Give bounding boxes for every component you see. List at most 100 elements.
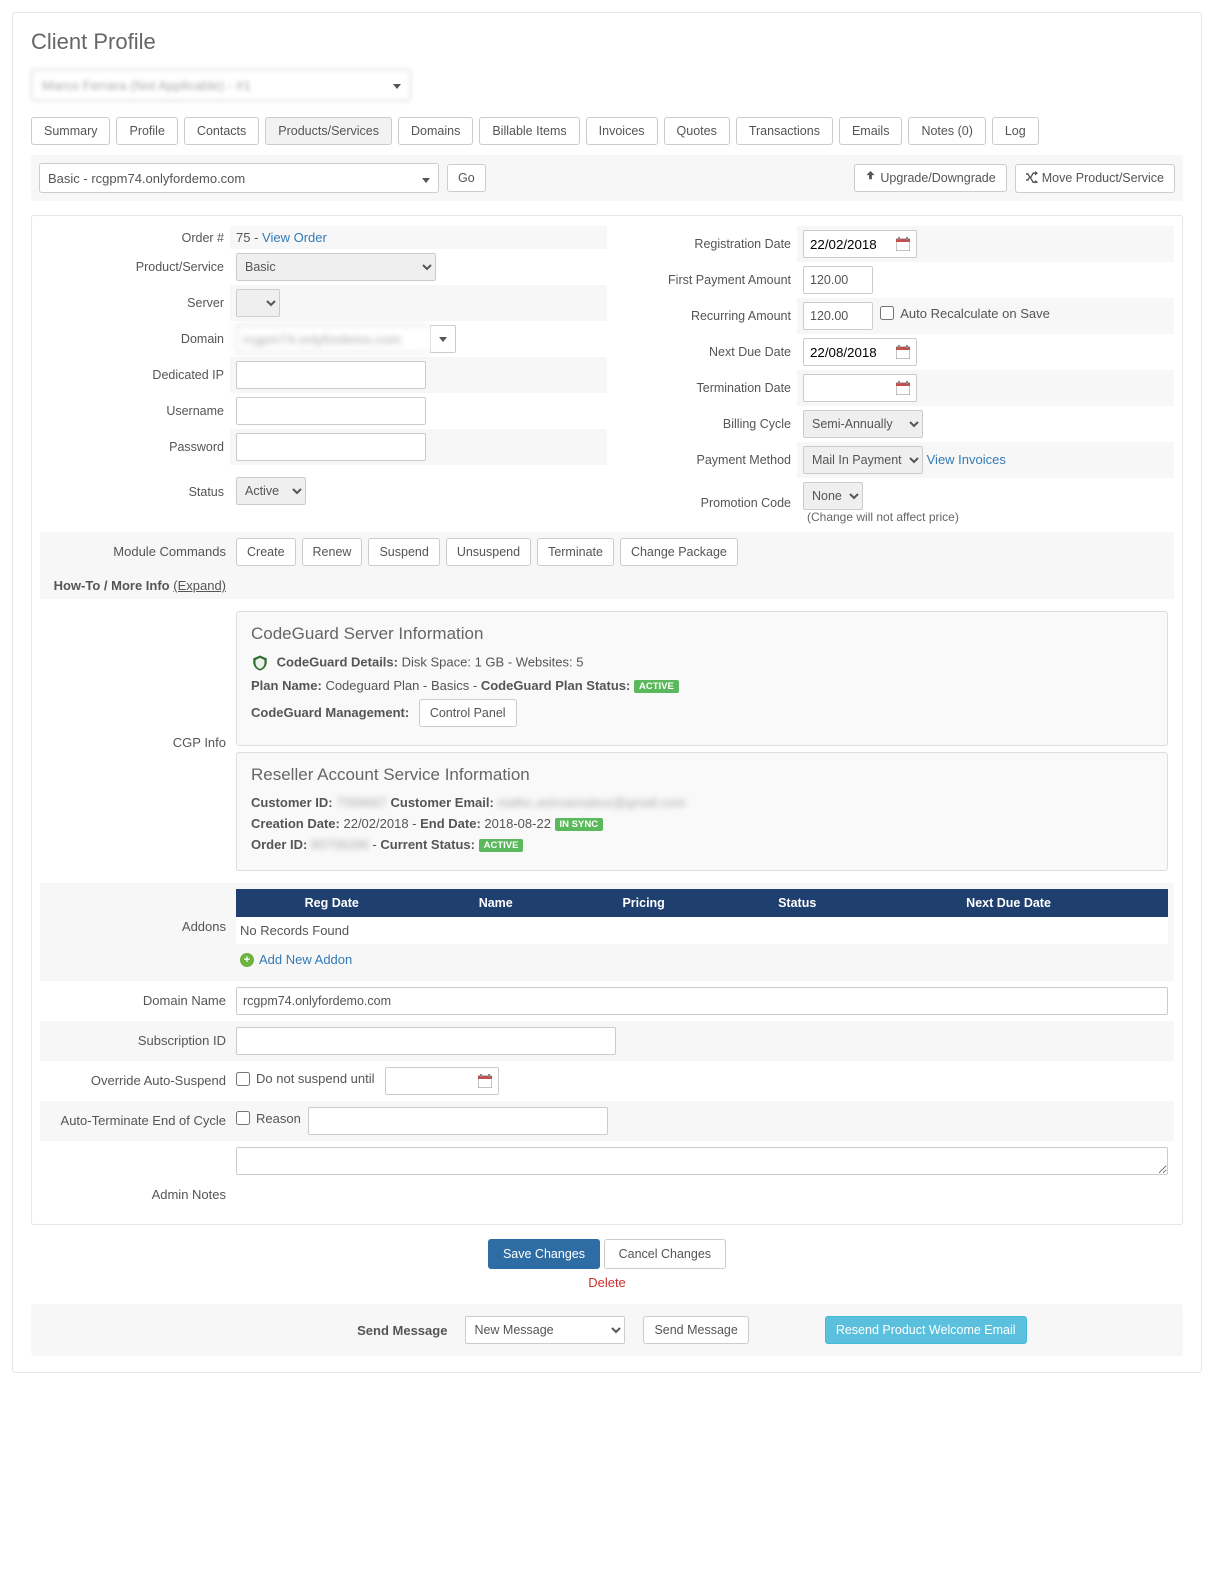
payment-method-select[interactable]: Mail In Payment	[803, 446, 923, 474]
reseller-order-id: 80706296	[311, 837, 369, 852]
form-actions: Save Changes Cancel Changes Delete	[31, 1239, 1183, 1290]
tab-log[interactable]: Log	[992, 117, 1039, 145]
calendar-icon[interactable]	[478, 1074, 492, 1088]
password-input[interactable]	[236, 433, 426, 461]
recurring-input[interactable]	[803, 302, 873, 330]
module-terminate-button[interactable]: Terminate	[537, 538, 614, 566]
move-product-button[interactable]: Move Product/Service	[1015, 164, 1175, 193]
shield-icon	[251, 654, 269, 672]
save-changes-button[interactable]: Save Changes	[488, 1239, 600, 1269]
domain-dropdown-toggle[interactable]	[430, 325, 456, 353]
reseller-heading: Reseller Account Service Information	[251, 765, 1153, 785]
view-invoices-link[interactable]: View Invoices	[927, 452, 1006, 467]
order-label: Order #	[40, 226, 230, 249]
page-title: Client Profile	[31, 29, 1183, 55]
domain-input[interactable]	[236, 325, 430, 353]
calendar-icon[interactable]	[896, 381, 910, 395]
module-change-package-button[interactable]: Change Package	[620, 538, 738, 566]
subscription-id-input[interactable]	[236, 1027, 616, 1055]
admin-notes-textarea[interactable]	[236, 1147, 1168, 1175]
order-number: 75	[236, 230, 250, 245]
control-panel-button[interactable]: Control Panel	[419, 699, 517, 727]
reseller-info-box: Reseller Account Service Information Cus…	[236, 752, 1168, 871]
product-select[interactable]: Basic - rcgpm74.onlyfordemo.com	[39, 163, 439, 193]
resend-welcome-email-button[interactable]: Resend Product Welcome Email	[825, 1316, 1027, 1344]
domain-label: Domain	[40, 321, 230, 357]
first-payment-label: First Payment Amount	[607, 262, 797, 298]
status-select[interactable]: Active	[236, 477, 306, 505]
auto-recalc-checkbox[interactable]: Auto Recalculate on Save	[880, 306, 1050, 321]
calendar-icon[interactable]	[896, 237, 910, 251]
expand-link[interactable]: (Expand)	[173, 578, 226, 593]
dedicated-ip-input[interactable]	[236, 361, 426, 389]
tab-contacts[interactable]: Contacts	[184, 117, 259, 145]
client-profile-card: Client Profile Summary Profile Contacts …	[12, 12, 1202, 1373]
tab-transactions[interactable]: Transactions	[736, 117, 833, 145]
module-renew-button[interactable]: Renew	[302, 538, 363, 566]
addons-empty: No Records Found	[236, 917, 1168, 944]
upgrade-downgrade-button[interactable]: Upgrade/Downgrade	[854, 164, 1006, 192]
status-badge: ACTIVE	[634, 680, 679, 693]
tabs: Summary Profile Contacts Products/Servic…	[31, 117, 1183, 145]
caret-down-icon	[422, 171, 430, 186]
promo-label: Promotion Code	[607, 478, 797, 528]
status-badge: ACTIVE	[479, 839, 524, 852]
tab-emails[interactable]: Emails	[839, 117, 903, 145]
arrow-up-icon	[865, 171, 876, 185]
module-suspend-button[interactable]: Suspend	[368, 538, 439, 566]
calendar-icon[interactable]	[896, 345, 910, 359]
addons-th-nextdue: Next Due Date	[871, 889, 1146, 917]
termination-label: Termination Date	[607, 370, 797, 406]
domain-name-input[interactable]	[236, 987, 1168, 1015]
first-payment-input[interactable]	[803, 266, 873, 294]
add-new-addon-link[interactable]: + Add New Addon	[240, 952, 352, 967]
view-order-link[interactable]: View Order	[262, 230, 327, 245]
auto-terminate-checkbox[interactable]: Reason	[236, 1111, 301, 1126]
override-autosuspend-label: Override Auto-Suspend	[46, 1067, 236, 1088]
client-search-input[interactable]	[31, 69, 411, 101]
addons-th-status: Status	[723, 889, 871, 917]
tab-billable-items[interactable]: Billable Items	[479, 117, 579, 145]
tab-summary[interactable]: Summary	[31, 117, 110, 145]
product-service-select[interactable]: Basic	[236, 253, 436, 281]
username-input[interactable]	[236, 397, 426, 425]
tab-quotes[interactable]: Quotes	[664, 117, 730, 145]
auto-terminate-reason-input[interactable]	[308, 1107, 608, 1135]
module-unsuspend-button[interactable]: Unsuspend	[446, 538, 531, 566]
tab-products-services[interactable]: Products/Services	[265, 117, 392, 145]
next-due-input[interactable]	[803, 338, 917, 366]
do-not-suspend-checkbox[interactable]: Do not suspend until	[236, 1071, 375, 1086]
password-label: Password	[40, 429, 230, 465]
termination-input[interactable]	[803, 374, 917, 402]
addons-table: Reg Date Name Pricing Status Next Due Da…	[236, 889, 1168, 917]
delete-link[interactable]: Delete	[31, 1275, 1183, 1290]
tab-domains[interactable]: Domains	[398, 117, 473, 145]
product-service-label: Product/Service	[40, 249, 230, 285]
status-label: Status	[40, 465, 230, 509]
addons-th-pricing: Pricing	[564, 889, 723, 917]
send-message-select[interactable]: New Message	[465, 1316, 625, 1344]
admin-notes-label: Admin Notes	[46, 1147, 236, 1202]
customer-email: mafec.astroamateur@gmail.com	[497, 795, 685, 810]
cancel-changes-button[interactable]: Cancel Changes	[604, 1239, 726, 1269]
send-message-row: Send Message New Message Send Message Re…	[31, 1304, 1183, 1356]
go-button[interactable]: Go	[447, 164, 486, 192]
suspend-until-input[interactable]	[385, 1067, 499, 1095]
client-dropdown[interactable]	[31, 69, 411, 101]
reg-date-input[interactable]	[803, 230, 917, 258]
server-label: Server	[40, 285, 230, 321]
billing-cycle-label: Billing Cycle	[607, 406, 797, 442]
username-label: Username	[40, 393, 230, 429]
server-select[interactable]	[236, 289, 280, 317]
cgp-info-label: CGP Info	[46, 605, 236, 750]
send-message-label: Send Message	[187, 1323, 447, 1338]
billing-cycle-select[interactable]: Semi-Annually	[803, 410, 923, 438]
tab-profile[interactable]: Profile	[116, 117, 177, 145]
promo-select[interactable]: None	[803, 482, 863, 510]
tab-invoices[interactable]: Invoices	[586, 117, 658, 145]
module-create-button[interactable]: Create	[236, 538, 296, 566]
plus-icon: +	[240, 953, 254, 967]
tab-notes[interactable]: Notes (0)	[908, 117, 985, 145]
send-message-button[interactable]: Send Message	[643, 1316, 748, 1344]
dedicated-ip-label: Dedicated IP	[40, 357, 230, 393]
